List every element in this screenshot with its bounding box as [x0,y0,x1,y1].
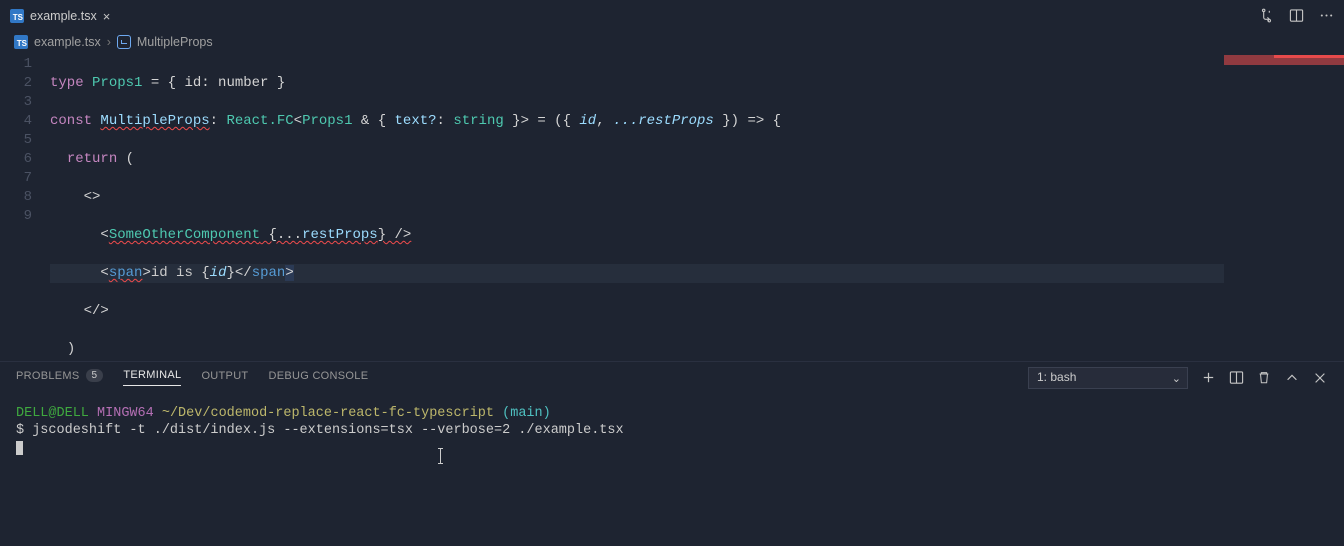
breadcrumb[interactable]: TS example.tsx › MultipleProps [0,31,1344,53]
line-number: 1 [0,55,32,74]
code-editor[interactable]: 1 2 3 4 5 6 7 8 9 type Props1 = { id: nu… [0,53,1344,361]
terminal-cursor-line [16,439,1328,456]
terminal-cursor [16,441,23,455]
code-content[interactable]: type Props1 = { id: number } const Multi… [50,55,1344,361]
kill-terminal-icon[interactable] [1256,370,1272,386]
tab-bar-actions [1248,8,1344,24]
variable-symbol-icon [117,35,131,49]
breadcrumb-separator: › [107,35,111,49]
new-terminal-icon[interactable] [1200,370,1216,386]
line-number: 8 [0,188,32,207]
more-actions-icon[interactable] [1318,8,1334,24]
terminal-output[interactable]: DELL@DELL MINGW64 ~/Dev/codemod-replace-… [0,393,1344,546]
split-editor-icon[interactable] [1288,8,1304,24]
panel-actions: 1: bash ⌄ [1028,367,1328,389]
maximize-panel-icon[interactable] [1284,370,1300,386]
tab-terminal[interactable]: TERMINAL [123,369,181,386]
close-icon[interactable]: × [103,9,111,24]
bottom-panel: PROBLEMS 5 TERMINAL OUTPUT DEBUG CONSOLE… [0,361,1344,546]
panel-tabs: PROBLEMS 5 TERMINAL OUTPUT DEBUG CONSOLE… [0,362,1344,393]
tab-debug-console[interactable]: DEBUG CONSOLE [268,370,368,386]
line-number: 7 [0,169,32,188]
terminal-selector[interactable]: 1: bash ⌄ [1028,367,1188,389]
compare-changes-icon[interactable] [1258,8,1274,24]
tab-output[interactable]: OUTPUT [201,370,248,386]
text-caret [440,448,441,464]
minimap-error-marker [1274,55,1344,58]
minimap[interactable] [1224,53,1344,361]
terminal-line: DELL@DELL MINGW64 ~/Dev/codemod-replace-… [16,405,1328,422]
line-number: 9 [0,207,32,226]
problems-count-badge: 5 [86,369,104,382]
line-number: 4 [0,112,32,131]
typescript-icon: TS [14,35,28,49]
editor-tab-bar: TS example.tsx × [0,0,1344,31]
chevron-down-icon: ⌄ [1172,372,1181,385]
line-number-gutter: 1 2 3 4 5 6 7 8 9 [0,55,50,361]
editor-area: 1 2 3 4 5 6 7 8 9 type Props1 = { id: nu… [0,53,1344,361]
file-tab-example[interactable]: TS example.tsx × [0,0,120,31]
line-number: 5 [0,131,32,150]
breadcrumb-file[interactable]: example.tsx [34,35,101,49]
line-number: 2 [0,74,32,93]
line-number: 3 [0,93,32,112]
terminal-line: $ jscodeshift -t ./dist/index.js --exten… [16,422,1328,439]
breadcrumb-symbol[interactable]: MultipleProps [137,35,213,49]
line-number: 6 [0,150,32,169]
split-terminal-icon[interactable] [1228,370,1244,386]
tab-problems[interactable]: PROBLEMS 5 [16,369,103,386]
tab-label: example.tsx [30,9,97,23]
close-panel-icon[interactable] [1312,370,1328,386]
typescript-icon: TS [10,9,24,23]
